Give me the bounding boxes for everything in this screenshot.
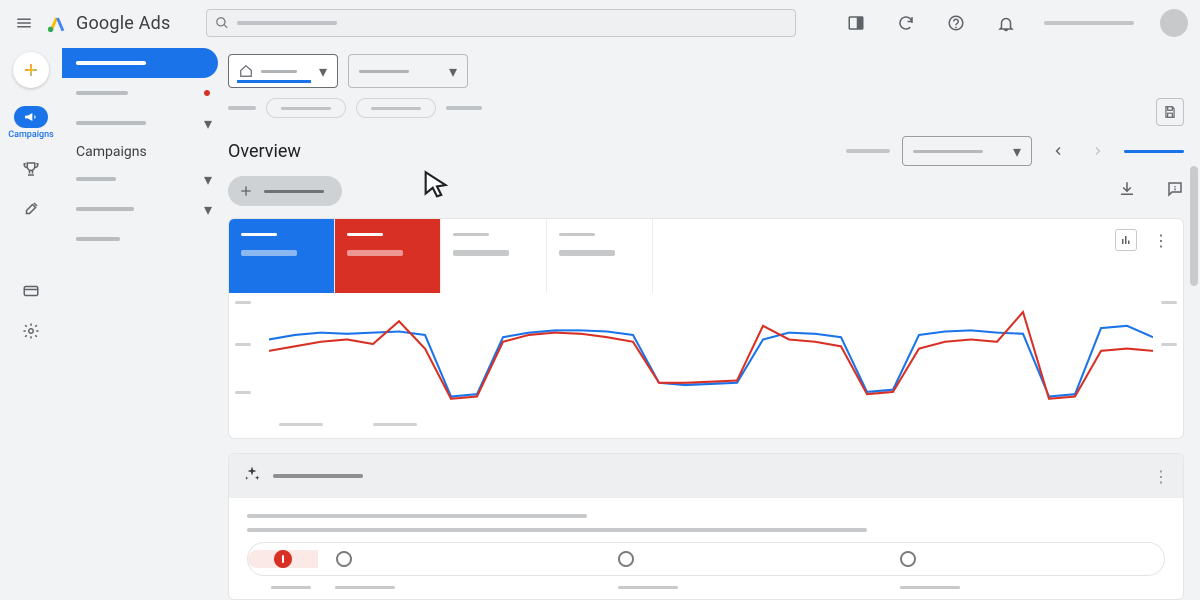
- caret-down-icon: ▾: [319, 62, 327, 81]
- chevron-down-icon: ▾: [204, 200, 212, 219]
- scrollbar[interactable]: [1190, 166, 1198, 286]
- metric-tab-2[interactable]: [335, 219, 441, 293]
- megaphone-icon: [23, 109, 39, 125]
- account-label: [1044, 21, 1134, 25]
- save-view-button[interactable]: [1156, 98, 1184, 126]
- metrics-card: ⋮: [228, 218, 1184, 439]
- sidenav-item-overview[interactable]: [62, 48, 218, 78]
- search-icon: [215, 16, 229, 30]
- avatar[interactable]: [1160, 9, 1188, 37]
- save-icon: [1163, 105, 1177, 119]
- scope-selector[interactable]: ▾: [348, 54, 468, 88]
- step-3[interactable]: [600, 551, 882, 567]
- product-name: Google Ads: [76, 13, 170, 34]
- date-prev-button[interactable]: [1044, 137, 1072, 165]
- caret-down-icon: ▾: [1013, 142, 1021, 161]
- help-icon[interactable]: [944, 11, 968, 35]
- filter-chip[interactable]: [266, 98, 346, 118]
- home-icon: [239, 64, 253, 78]
- step-2[interactable]: [318, 551, 600, 567]
- gear-icon: [22, 322, 40, 340]
- download-button[interactable]: [1118, 180, 1136, 202]
- chevron-down-icon: ▾: [204, 170, 212, 189]
- step-1[interactable]: [248, 550, 318, 568]
- alert-icon: [274, 550, 292, 568]
- rail-tools[interactable]: [8, 198, 54, 220]
- metric-tab-4[interactable]: [547, 219, 653, 293]
- account-selector[interactable]: ▾: [228, 54, 338, 88]
- metric-tab-1[interactable]: [229, 219, 335, 293]
- appearance-icon[interactable]: [844, 11, 868, 35]
- sidenav-item-2[interactable]: ▾: [62, 108, 220, 138]
- card-icon: [22, 282, 40, 300]
- optimization-stepper: [247, 542, 1165, 576]
- filter-row: [228, 98, 1184, 118]
- content-area: ▾ ▾ Overview ▾: [220, 46, 1200, 600]
- product-logo: Google Ads: [46, 12, 196, 34]
- ads-logo-icon: [46, 12, 68, 34]
- caret-down-icon: ▾: [449, 62, 457, 81]
- sidenav-item-3[interactable]: ▾: [62, 164, 220, 194]
- plus-icon: [21, 60, 41, 80]
- sidenav-item-5[interactable]: [62, 224, 220, 254]
- rail-admin[interactable]: [8, 320, 54, 342]
- filter-chip[interactable]: [356, 98, 436, 118]
- compare-toggle[interactable]: [1124, 150, 1184, 153]
- date-next-button[interactable]: [1084, 137, 1112, 165]
- step-4[interactable]: [882, 551, 1164, 567]
- sparkle-icon: [243, 465, 261, 487]
- chevron-down-icon: ▾: [204, 114, 212, 133]
- tools-icon: [22, 200, 40, 218]
- metric-tab-3[interactable]: [441, 219, 547, 293]
- insights-menu-button[interactable]: ⋮: [1153, 467, 1169, 486]
- app-rail: Campaigns: [0, 46, 62, 600]
- metrics-chart: [229, 293, 1183, 423]
- menu-icon[interactable]: [12, 11, 36, 35]
- search-input[interactable]: [206, 9, 796, 37]
- date-label: [846, 149, 890, 153]
- chart-legend: [229, 423, 1183, 438]
- rail-billing[interactable]: [8, 280, 54, 302]
- notifications-icon[interactable]: [994, 11, 1018, 35]
- alert-dot-icon: [204, 90, 210, 96]
- side-nav: ▾ Campaigns ▾ ▾: [62, 46, 220, 600]
- feedback-button[interactable]: [1166, 180, 1184, 202]
- chart-options-button[interactable]: [1115, 229, 1137, 251]
- rail-goals[interactable]: [8, 158, 54, 180]
- rail-campaigns[interactable]: Campaigns: [8, 106, 54, 140]
- card-menu-button[interactable]: ⋮: [1153, 229, 1169, 250]
- add-card-button[interactable]: [228, 176, 342, 206]
- insights-card: ⋮: [228, 453, 1184, 600]
- date-range-selector[interactable]: ▾: [902, 136, 1032, 166]
- trophy-icon: [22, 160, 40, 178]
- create-button[interactable]: [13, 52, 49, 88]
- plus-icon: [238, 183, 254, 199]
- sidenav-section-campaigns: Campaigns: [62, 138, 220, 164]
- sidenav-item-1[interactable]: [62, 78, 220, 108]
- sidenav-item-4[interactable]: ▾: [62, 194, 220, 224]
- page-title: Overview: [228, 141, 301, 162]
- refresh-icon[interactable]: [894, 11, 918, 35]
